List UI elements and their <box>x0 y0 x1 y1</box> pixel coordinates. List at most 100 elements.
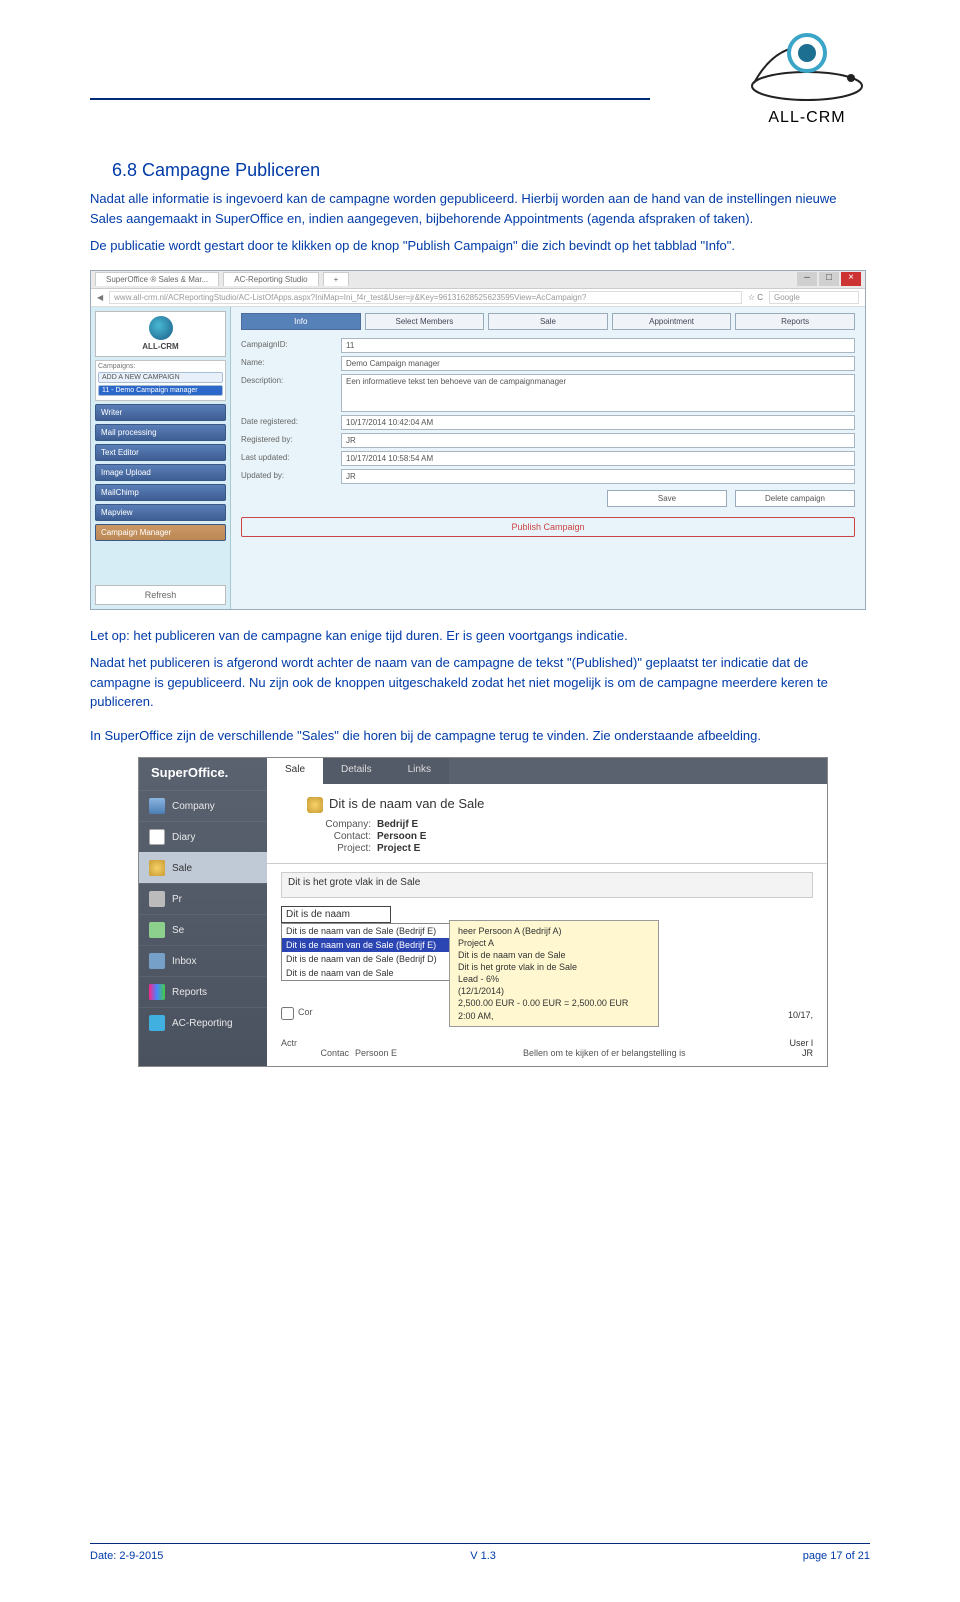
ac-reporting-icon <box>149 1015 165 1031</box>
so-nav-ac-reporting[interactable]: AC-Reporting <box>139 1007 267 1038</box>
campaigns-label: Campaigns: <box>98 363 223 370</box>
header-divider <box>90 98 650 100</box>
tab-reports[interactable]: Reports <box>735 313 855 330</box>
company-icon <box>149 798 165 814</box>
search-input[interactable]: Google <box>769 291 859 304</box>
window-minimize-icon[interactable]: – <box>797 272 817 286</box>
updated-by-field: JR <box>341 469 855 484</box>
so-nav-company[interactable]: Company <box>139 790 267 821</box>
save-button[interactable]: Save <box>607 490 727 507</box>
so-project-value: Project E <box>377 843 420 854</box>
so-tab-details[interactable]: Details <box>323 758 390 784</box>
tab-sale[interactable]: Sale <box>488 313 608 330</box>
tab-select-members[interactable]: Select Members <box>365 313 485 330</box>
so-sale-name: Dit is de naam van de Sale <box>307 796 813 813</box>
so-cor-checkbox[interactable] <box>281 1007 294 1020</box>
so-nav-selection[interactable]: Se <box>139 914 267 945</box>
description-field[interactable]: Een informatieve tekst ten behoeve van d… <box>341 374 855 412</box>
footer-page: page 17 of 21 <box>803 1550 870 1562</box>
sidebar-logo-icon <box>149 316 173 340</box>
so-brand: SuperOffice. <box>139 758 267 790</box>
so-project-label: Project: <box>307 843 371 854</box>
left-sidebar: ALL-CRM Campaigns: ADD A NEW CAMPAIGN 11… <box>91 307 231 609</box>
browser-urlbar-row: ◀ www.all-crm.nl/ACReportingStudio/AC-Li… <box>91 289 865 307</box>
tab-appointment[interactable]: Appointment <box>612 313 732 330</box>
so-contact-value: Persoon E <box>377 831 426 842</box>
so-contact-label: Contact: <box>307 831 371 842</box>
so-sale-name-text: Dit is de naam van de Sale <box>329 796 484 811</box>
refresh-button[interactable]: Refresh <box>95 585 226 605</box>
so-actr-label: Actr <box>281 1038 297 1048</box>
paragraph-4: Nadat het publiceren is afgerond wordt a… <box>90 653 870 712</box>
sidenav-mailchimp[interactable]: MailChimp <box>95 484 226 501</box>
sidenav-text-editor[interactable]: Text Editor <box>95 444 226 461</box>
campaigns-add-new[interactable]: ADD A NEW CAMPAIGN <box>98 372 223 383</box>
so-tab-sale[interactable]: Sale <box>267 758 323 784</box>
paragraph-5: In SuperOffice zijn de verschillende "Sa… <box>90 726 870 746</box>
so-nav-project-label: Pr <box>172 894 182 905</box>
so-company-value: Bedrijf E <box>377 819 418 830</box>
selection-icon <box>149 922 165 938</box>
main-panel: Info Select Members Sale Appointment Rep… <box>231 307 865 609</box>
sidenav-mail[interactable]: Mail processing <box>95 424 226 441</box>
so-nav-diary[interactable]: Diary <box>139 821 267 852</box>
so-nav-project[interactable]: Pr <box>139 883 267 914</box>
so-nav-selection-label: Se <box>172 925 184 936</box>
logo: ALL-CRM <box>742 28 872 127</box>
logo-swirl-icon <box>742 28 872 108</box>
registered-by-label: Registered by: <box>241 433 341 444</box>
so-cor-label: Cor <box>298 1007 313 1020</box>
paragraph-3: Let op: het publiceren van de campagne k… <box>90 626 870 646</box>
so-bottom-contact-label: Contac <box>281 1048 349 1058</box>
date-registered-field: 10/17/2014 10:42:04 AM <box>341 415 855 430</box>
tab-info[interactable]: Info <box>241 313 361 330</box>
nav-back-icon[interactable]: ◀ <box>97 293 103 302</box>
delete-campaign-button[interactable]: Delete campaign <box>735 490 855 507</box>
browser-titlebar: SuperOffice ® Sales & Mar... AC-Reportin… <box>91 271 865 289</box>
inbox-icon <box>149 953 165 969</box>
so-nav-inbox[interactable]: Inbox <box>139 945 267 976</box>
so-description-box[interactable]: Dit is het grote vlak in de Sale <box>281 872 813 898</box>
campaigns-item-selected[interactable]: 11 - Demo Campaign manager <box>98 385 223 396</box>
so-nav-company-label: Company <box>172 801 215 812</box>
reports-icon <box>149 984 165 1000</box>
so-bottom-user2: JR <box>788 1048 813 1058</box>
sidenav-mapview[interactable]: Mapview <box>95 504 226 521</box>
so-sale-search-input[interactable]: Dit is de naam <box>281 906 391 923</box>
browser-tab-new[interactable]: + <box>323 272 350 286</box>
so-bottom-contact-value: Persoon E <box>355 1048 397 1058</box>
description-label: Description: <box>241 374 341 385</box>
tooltip-line: Dit is de naam van de Sale <box>458 949 650 961</box>
so-nav-diary-label: Diary <box>172 832 195 843</box>
tooltip-line: heer Persoon A (Bedrijf A) <box>458 925 650 937</box>
last-updated-field: 10/17/2014 10:58:54 AM <box>341 451 855 466</box>
url-input[interactable]: www.all-crm.nl/ACReportingStudio/AC-List… <box>109 291 742 304</box>
date-registered-label: Date registered: <box>241 415 341 426</box>
so-bottom-date: 10/17, <box>788 1010 813 1020</box>
page-footer: Date: 2-9-2015 V 1.3 page 17 of 21 <box>90 1543 870 1562</box>
footer-date: Date: 2-9-2015 <box>90 1550 163 1562</box>
so-bottom-row: Cor Actr Contac Persoon E Bellen om te ki… <box>281 1007 813 1058</box>
campaigns-panel: Campaigns: ADD A NEW CAMPAIGN 11 - Demo … <box>95 360 226 401</box>
browser-tab-1[interactable]: SuperOffice ® Sales & Mar... <box>95 272 219 286</box>
name-label: Name: <box>241 356 341 367</box>
browser-tab-2[interactable]: AC-Reporting Studio <box>223 272 318 286</box>
so-nav-sale[interactable]: Sale <box>139 852 267 883</box>
name-field[interactable]: Demo Campaign manager <box>341 356 855 371</box>
sidenav-image-upload[interactable]: Image Upload <box>95 464 226 481</box>
window-close-icon[interactable]: × <box>841 272 861 286</box>
campaign-id-label: CampaignID: <box>241 338 341 349</box>
sidebar-logo-text: ALL-CRM <box>142 342 178 351</box>
tooltip-line: Project A <box>458 937 650 949</box>
so-bottom-task: Bellen om te kijken of er belangstelling… <box>523 1048 686 1058</box>
sidenav-campaign-manager[interactable]: Campaign Manager <box>95 524 226 541</box>
ssl-icon: ☆ C <box>748 293 763 302</box>
so-nav-reports-label: Reports <box>172 987 207 998</box>
sidenav-writer[interactable]: Writer <box>95 404 226 421</box>
window-maximize-icon[interactable]: □ <box>819 272 839 286</box>
so-tab-links[interactable]: Links <box>390 758 449 784</box>
so-nav-reports[interactable]: Reports <box>139 976 267 1007</box>
so-bottom-user: User l <box>788 1038 813 1048</box>
campaign-id-field[interactable]: 11 <box>341 338 855 353</box>
publish-campaign-button[interactable]: Publish Campaign <box>241 517 855 537</box>
